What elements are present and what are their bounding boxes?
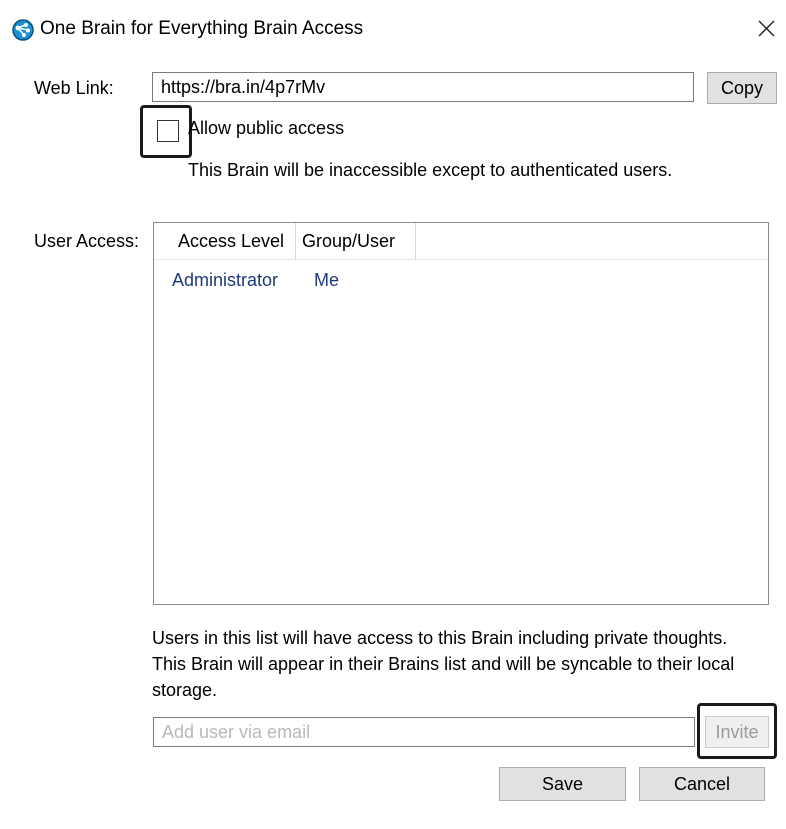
access-level-cell: Administrator xyxy=(172,270,279,290)
brain-access-dialog: One Brain for Everything Brain Access We… xyxy=(0,0,786,829)
user-access-list[interactable]: Access Level Group/User Administrator Me xyxy=(153,222,769,605)
copy-button[interactable]: Copy xyxy=(707,72,777,104)
web-link-label: Web Link: xyxy=(34,78,114,98)
allow-public-access-checkbox[interactable] xyxy=(157,120,179,142)
invite-button[interactable]: Invite xyxy=(705,716,769,748)
save-button[interactable]: Save xyxy=(499,767,626,801)
column-header-group-user[interactable]: Group/User xyxy=(296,223,416,259)
user-access-note: Users in this list will have access to t… xyxy=(152,628,735,700)
title-bar: One Brain for Everything Brain Access xyxy=(0,0,786,58)
cancel-button[interactable]: Cancel xyxy=(639,767,765,801)
add-user-email-input[interactable] xyxy=(153,717,695,747)
user-access-label: User Access: xyxy=(34,231,140,251)
web-link-field[interactable] xyxy=(152,72,694,102)
group-user-cell: Me xyxy=(314,270,340,290)
thebrain-app-icon xyxy=(12,19,34,41)
close-x-icon[interactable] xyxy=(751,14,781,44)
column-header-access-level[interactable]: Access Level xyxy=(154,223,296,259)
public-access-description: This Brain will be inaccessible except t… xyxy=(188,160,673,180)
header-divider xyxy=(154,259,768,260)
list-item[interactable]: Administrator Me xyxy=(154,267,768,293)
allow-public-access-label[interactable]: Allow public access xyxy=(188,117,344,139)
window-title: One Brain for Everything Brain Access xyxy=(40,18,364,39)
